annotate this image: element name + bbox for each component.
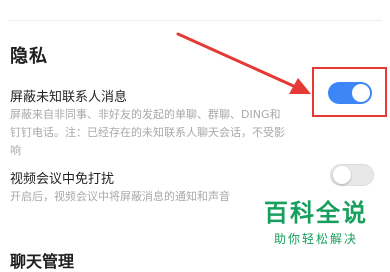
watermark-sub-text: 助你轻松解决 <box>273 232 358 246</box>
watermark-logo: 百科全说 助你轻松解决 <box>264 198 368 247</box>
chat-management-section-title: 聊天管理 <box>10 252 75 271</box>
video-meeting-dnd-toggle[interactable] <box>330 164 374 186</box>
watermark-main-text: 百科全说 <box>264 199 368 227</box>
toggle-knob <box>333 166 351 184</box>
video-meeting-dnd-label: 视频会议中免打扰 <box>10 172 115 187</box>
